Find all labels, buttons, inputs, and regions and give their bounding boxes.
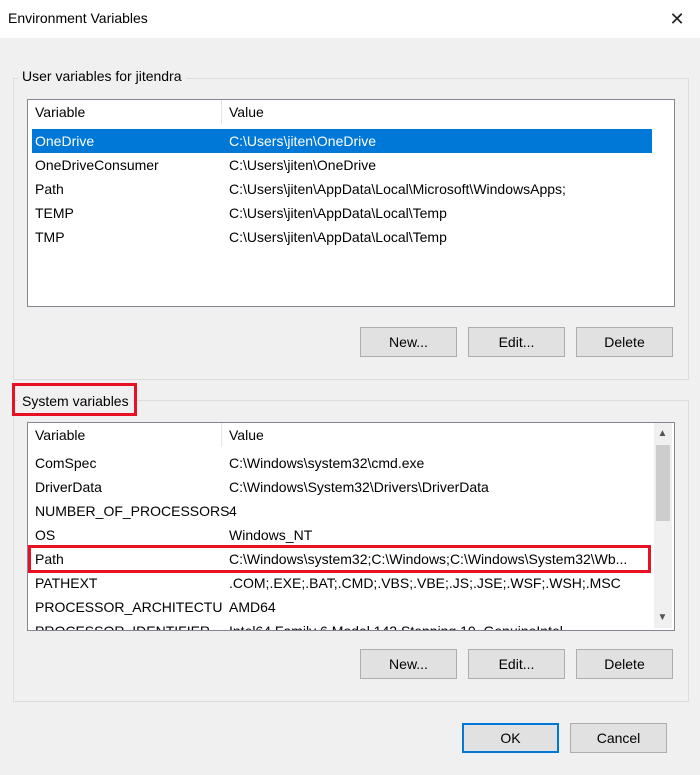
ok-button[interactable]: OK [462,723,559,753]
variable-cell: TEMP [35,205,74,221]
variable-cell: OneDriveConsumer [35,157,159,173]
variable-cell: PROCESSOR_IDENTIFIER [35,623,211,631]
system-variables-list[interactable]: Variable Value ComSpec C:\Windows\system… [27,422,675,631]
user-new-button[interactable]: New... [360,327,457,357]
system-delete-button[interactable]: Delete [576,649,673,679]
value-cell: AMD64 [229,599,276,615]
cancel-button[interactable]: Cancel [570,723,667,753]
value-cell: C:\Users\jiten\AppData\Local\Microsoft\W… [229,181,566,197]
variable-cell: NUMBER_OF_PROCESSORS [35,503,230,519]
column-header-value[interactable]: Value [222,100,672,124]
system-row-driverdata[interactable]: DriverData C:\Windows\System32\Drivers\D… [32,475,652,499]
value-cell: C:\Users\jiten\AppData\Local\Temp [229,229,447,245]
variable-cell: ComSpec [35,455,97,471]
variable-cell: OneDrive [35,133,95,149]
scroll-up-icon[interactable]: ▲ [654,425,671,442]
title-bar: Environment Variables ✕ [0,0,700,38]
value-cell: C:\Users\jiten\OneDrive [229,157,377,173]
value-cell: .COM;.EXE;.BAT;.CMD;.VBS;.VBE;.JS;.JSE;.… [229,575,621,591]
system-list-scrollbar[interactable]: ▲ ▼ [654,423,672,628]
user-variables-label: User variables for jitendra [18,68,186,84]
system-row-processor-architecture[interactable]: PROCESSOR_ARCHITECTU... AMD64 [32,595,652,619]
scroll-down-icon[interactable]: ▼ [654,609,671,626]
system-row-number-of-processors[interactable]: NUMBER_OF_PROCESSORS 4 [32,499,652,523]
user-variables-list[interactable]: Variable Value OneDrive C:\Users\jiten\O… [27,99,675,307]
variable-cell: PATHEXT [35,575,98,591]
value-cell: C:\Users\jiten\OneDrive [229,133,377,149]
system-variables-highlight [12,383,137,416]
variable-cell: Path [35,181,64,197]
user-edit-button[interactable]: Edit... [468,327,565,357]
variable-cell: PROCESSOR_ARCHITECTU... [35,599,223,615]
value-cell: C:\Windows\System32\Drivers\DriverData [229,479,489,495]
variable-cell: DriverData [35,479,102,495]
value-cell: Windows_NT [229,527,313,543]
scroll-thumb[interactable] [656,445,670,521]
system-row-comspec[interactable]: ComSpec C:\Windows\system32\cmd.exe [32,451,652,475]
user-delete-button[interactable]: Delete [576,327,673,357]
close-icon[interactable]: ✕ [654,0,700,38]
system-edit-button[interactable]: Edit... [468,649,565,679]
value-cell: 4 [229,503,237,519]
system-row-processor-identifier[interactable]: PROCESSOR_IDENTIFIER Intel64 Family 6 Mo… [32,619,652,631]
user-row-path[interactable]: Path C:\Users\jiten\AppData\Local\Micros… [32,177,652,201]
column-header-variable[interactable]: Variable [28,100,222,124]
system-row-os[interactable]: OS Windows_NT [32,523,652,547]
column-header-value[interactable]: Value [222,423,654,447]
variable-cell: TMP [35,229,65,245]
system-row-pathext[interactable]: PATHEXT .COM;.EXE;.BAT;.CMD;.VBS;.VBE;.J… [32,571,652,595]
user-row-tmp[interactable]: TMP C:\Users\jiten\AppData\Local\Temp [32,225,652,249]
user-row-temp[interactable]: TEMP C:\Users\jiten\AppData\Local\Temp [32,201,652,225]
value-cell: C:\Users\jiten\AppData\Local\Temp [229,205,447,221]
window-title: Environment Variables [8,10,148,26]
column-header-variable[interactable]: Variable [28,423,222,447]
value-cell: C:\Windows\system32\cmd.exe [229,455,425,471]
user-row-onedriveconsumer[interactable]: OneDriveConsumer C:\Users\jiten\OneDrive [32,153,652,177]
variable-cell: OS [35,527,56,543]
system-new-button[interactable]: New... [360,649,457,679]
user-row-onedrive[interactable]: OneDrive C:\Users\jiten\OneDrive [32,129,652,153]
path-row-highlight [28,545,651,573]
value-cell: Intel64 Family 6 Model 142 Stepping 10, … [229,623,563,631]
